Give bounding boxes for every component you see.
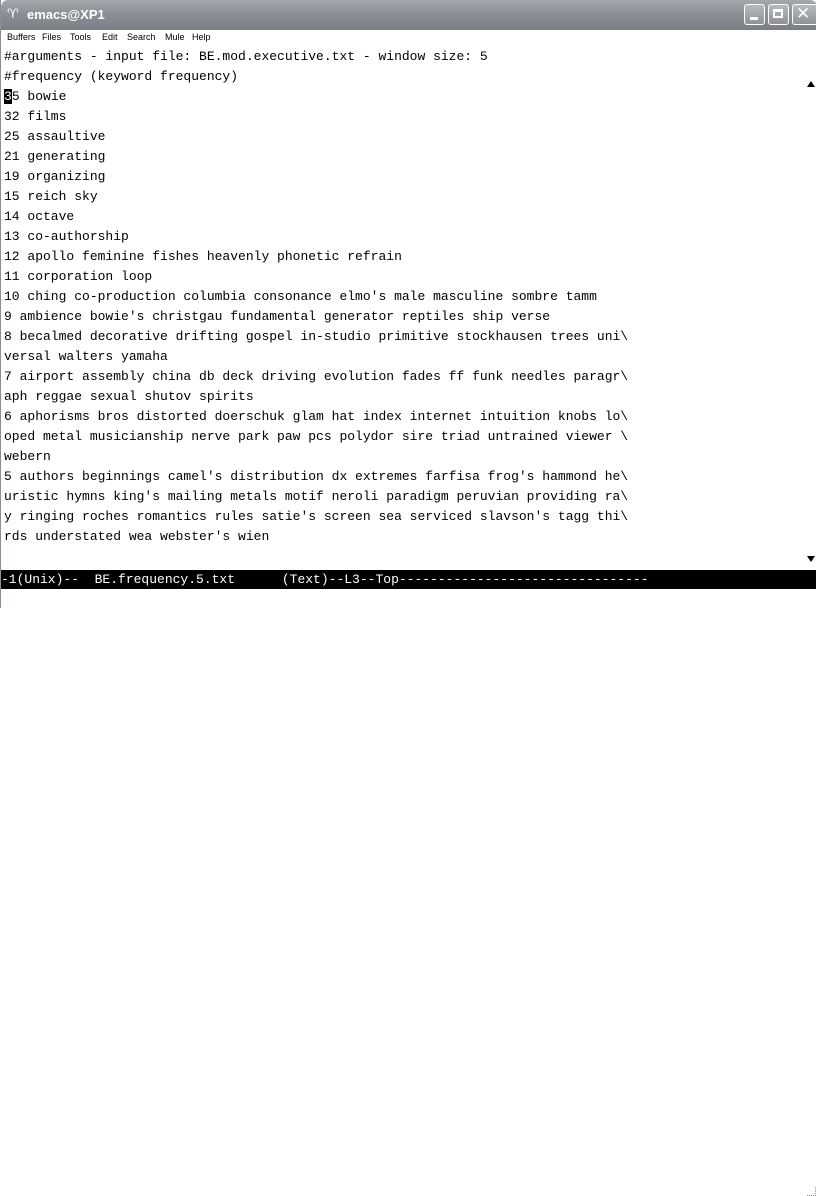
- buffer-line: 7 airport assembly china db deck driving…: [4, 369, 629, 384]
- minibuffer[interactable]: [1, 589, 816, 1196]
- buffer-line: 9 ambience bowie's christgau fundamental…: [4, 309, 551, 324]
- buffer-line: 11 corporation loop: [4, 269, 153, 284]
- buffer-line: 14 octave: [4, 209, 75, 224]
- vertical-scrollbar[interactable]: [805, 47, 816, 570]
- menu-edit[interactable]: Edit: [102, 32, 118, 42]
- buffer-line: rds understated wea webster's wien: [4, 529, 270, 544]
- buffer-line: versal walters yamaha: [4, 349, 168, 364]
- minimize-icon: [750, 17, 758, 20]
- title-bar[interactable]: ♈ emacs@XP1 ✕: [1, 0, 816, 30]
- menu-help[interactable]: Help: [192, 32, 211, 42]
- buffer-line: 25 assaultive: [4, 129, 106, 144]
- maximize-button[interactable]: [768, 4, 789, 25]
- buffer-line: aph reggae sexual shutov spirits: [4, 389, 254, 404]
- menu-bar: Buffers Files Tools Edit Search Mule Hel…: [1, 30, 816, 47]
- buffer-line: 32 films: [4, 109, 67, 124]
- menu-buffers[interactable]: Buffers: [7, 32, 35, 42]
- mode-line: -1(Unix)-- BE.frequency.5.txt (Text)--L3…: [1, 570, 816, 589]
- buffer-line: webern: [4, 449, 51, 464]
- buffer-line: oped metal musicianship nerve park paw p…: [4, 429, 629, 444]
- buffer-line: 15 reich sky: [4, 189, 98, 204]
- menu-mule[interactable]: Mule: [165, 32, 185, 42]
- buffer-line: 21 generating: [4, 149, 106, 164]
- buffer-line-current: 35 bowie: [4, 87, 66, 107]
- menu-search[interactable]: Search: [127, 32, 156, 42]
- close-icon: ✕: [796, 4, 811, 24]
- buffer-line: 10 ching co-production columbia consonan…: [4, 289, 597, 304]
- window-title: emacs@XP1: [27, 7, 105, 22]
- buffer-line: 8 becalmed decorative drifting gospel in…: [4, 329, 629, 344]
- emacs-window: ♈ emacs@XP1 ✕ Buffers Files Tools Edit S…: [0, 0, 816, 1196]
- buffer-line: 6 aphorisms bros distorted doerschuk gla…: [4, 409, 629, 424]
- terminal-icon: ♈: [7, 7, 19, 22]
- buffer-line: 19 organizing: [4, 169, 106, 184]
- scroll-down-arrow-icon[interactable]: [807, 556, 815, 562]
- text-cursor: 3: [4, 89, 12, 104]
- buffer-line: #frequency (keyword frequency): [4, 69, 239, 84]
- buffer-line: uristic hymns king's mailing metals moti…: [4, 489, 629, 504]
- buffer-line-rest: 5 bowie: [11, 89, 67, 104]
- menu-tools[interactable]: Tools: [70, 32, 91, 42]
- buffer-line: 12 apollo feminine fishes heavenly phone…: [4, 249, 402, 264]
- close-button[interactable]: ✕: [792, 4, 816, 25]
- menu-files[interactable]: Files: [42, 32, 61, 42]
- resize-grip-icon[interactable]: [807, 1187, 816, 1196]
- maximize-icon: [773, 9, 783, 18]
- text-buffer[interactable]: #arguments - input file: BE.mod.executiv…: [4, 47, 804, 569]
- scroll-up-arrow-icon[interactable]: [807, 81, 815, 87]
- buffer-line: y ringing roches romantics rules satie's…: [4, 509, 629, 524]
- buffer-line: #arguments - input file: BE.mod.executiv…: [4, 49, 488, 64]
- buffer-line: 13 co-authorship: [4, 229, 129, 244]
- minimize-button[interactable]: [744, 4, 765, 25]
- buffer-line: 5 authors beginnings camel's distributio…: [4, 469, 629, 484]
